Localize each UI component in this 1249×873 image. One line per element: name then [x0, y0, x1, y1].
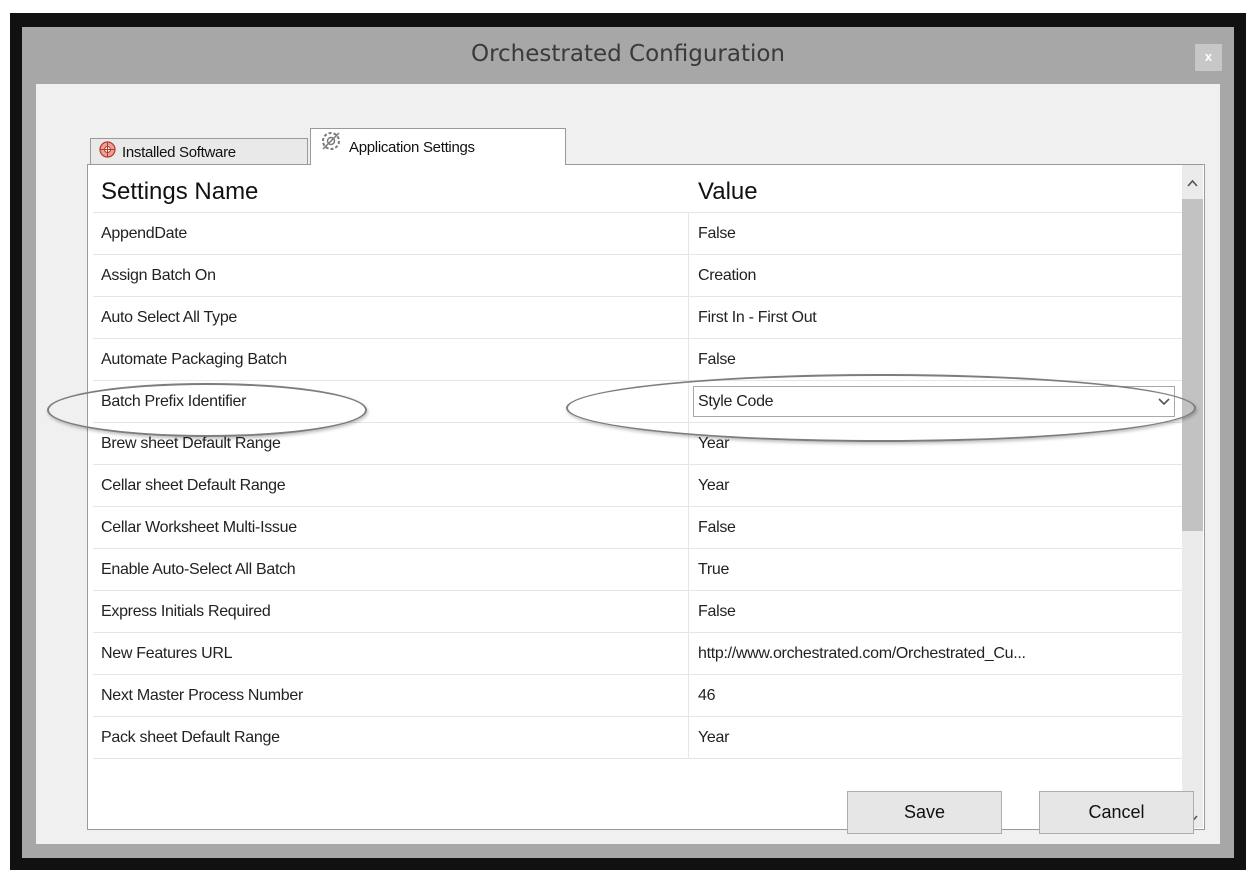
title-bar[interactable]: Orchestrated Configuration x: [22, 27, 1234, 84]
tab-installed-software[interactable]: Installed Software: [90, 138, 308, 165]
cell-divider: [688, 213, 689, 254]
screenshot-frame: Orchestrated Configuration x Installed S…: [10, 13, 1246, 870]
window-client-area: Installed Software Application Settings …: [36, 84, 1220, 844]
setting-name: Batch Prefix Identifier: [101, 393, 247, 410]
tab-application-settings-label: Application Settings: [349, 138, 475, 156]
window-title: Orchestrated Configuration: [470, 41, 786, 67]
cell-divider: [688, 633, 689, 674]
save-button[interactable]: Save: [847, 791, 1002, 834]
table-row[interactable]: Brew sheet Default Range Year: [93, 423, 1183, 465]
table-row-selected[interactable]: Batch Prefix Identifier Style Code: [93, 381, 1183, 423]
table-row[interactable]: Automate Packaging Batch False: [93, 339, 1183, 381]
setting-name: Enable Auto-Select All Batch: [101, 561, 296, 578]
cell-divider: [688, 423, 689, 464]
cell-divider: [688, 297, 689, 338]
close-button[interactable]: x: [1195, 44, 1222, 71]
settings-grid-panel: Settings Name Value AppendDate False Ass…: [87, 164, 1205, 830]
setting-value[interactable]: Year: [698, 477, 729, 495]
cancel-button[interactable]: Cancel: [1039, 791, 1194, 834]
tab-application-settings[interactable]: Application Settings: [310, 128, 566, 165]
setting-value[interactable]: False: [698, 351, 736, 369]
setting-name: Cellar Worksheet Multi-Issue: [101, 519, 297, 536]
cell-divider: [688, 549, 689, 590]
setting-name: Pack sheet Default Range: [101, 729, 280, 746]
table-row[interactable]: Assign Batch On Creation: [93, 255, 1183, 297]
cell-divider: [688, 339, 689, 380]
setting-value[interactable]: Year: [698, 435, 729, 453]
setting-name: New Features URL: [101, 645, 233, 662]
cell-divider: [688, 717, 689, 758]
cell-divider: [688, 507, 689, 548]
setting-name: Brew sheet Default Range: [101, 435, 281, 452]
setting-name: Automate Packaging Batch: [101, 351, 287, 368]
table-row[interactable]: Cellar sheet Default Range Year: [93, 465, 1183, 507]
setting-value[interactable]: False: [698, 603, 736, 621]
setting-name: Auto Select All Type: [101, 309, 238, 326]
settings-grid[interactable]: Settings Name Value AppendDate False Ass…: [93, 165, 1183, 828]
table-row[interactable]: Cellar Worksheet Multi-Issue False: [93, 507, 1183, 549]
setting-value[interactable]: Creation: [698, 267, 756, 285]
setting-name: AppendDate: [101, 225, 187, 242]
dropdown-selected-value: Style Code: [698, 393, 774, 410]
configuration-window: Orchestrated Configuration x Installed S…: [22, 27, 1234, 858]
scrollbar-thumb[interactable]: [1182, 199, 1203, 531]
table-row[interactable]: AppendDate False: [93, 213, 1183, 255]
table-row[interactable]: Pack sheet Default Range Year: [93, 717, 1183, 759]
batch-prefix-dropdown[interactable]: Style Code: [693, 386, 1175, 417]
cell-divider: [688, 255, 689, 296]
setting-name: Assign Batch On: [101, 267, 216, 284]
chevron-down-icon[interactable]: [1158, 394, 1170, 412]
setting-value[interactable]: True: [698, 561, 729, 579]
installed-software-icon: [99, 140, 116, 167]
gear-icon: [319, 129, 343, 167]
table-row[interactable]: Next Master Process Number 46: [93, 675, 1183, 717]
setting-value[interactable]: First In - First Out: [698, 309, 817, 327]
setting-value[interactable]: False: [698, 519, 736, 537]
setting-value[interactable]: http://www.orchestrated.com/Orchestrated…: [698, 645, 1026, 663]
setting-name: Express Initials Required: [101, 603, 271, 620]
cell-divider: [688, 591, 689, 632]
table-row[interactable]: New Features URL http://www.orchestrated…: [93, 633, 1183, 675]
column-header-settings-name[interactable]: Settings Name: [101, 178, 258, 206]
setting-value[interactable]: 46: [698, 687, 716, 705]
table-row[interactable]: Enable Auto-Select All Batch True: [93, 549, 1183, 591]
table-row[interactable]: Express Initials Required False: [93, 591, 1183, 633]
setting-value[interactable]: Year: [698, 729, 729, 747]
cell-divider: [688, 381, 689, 422]
vertical-scrollbar[interactable]: [1182, 165, 1203, 828]
scroll-up-arrow-icon[interactable]: [1186, 175, 1199, 187]
cell-divider: [688, 675, 689, 716]
setting-name: Next Master Process Number: [101, 687, 304, 704]
tab-installed-software-label: Installed Software: [122, 144, 236, 161]
column-header-value[interactable]: Value: [698, 178, 758, 206]
setting-value[interactable]: False: [698, 225, 736, 243]
grid-header-row: Settings Name Value: [93, 165, 1183, 213]
table-row[interactable]: Auto Select All Type First In - First Ou…: [93, 297, 1183, 339]
setting-name: Cellar sheet Default Range: [101, 477, 286, 494]
cell-divider: [688, 465, 689, 506]
